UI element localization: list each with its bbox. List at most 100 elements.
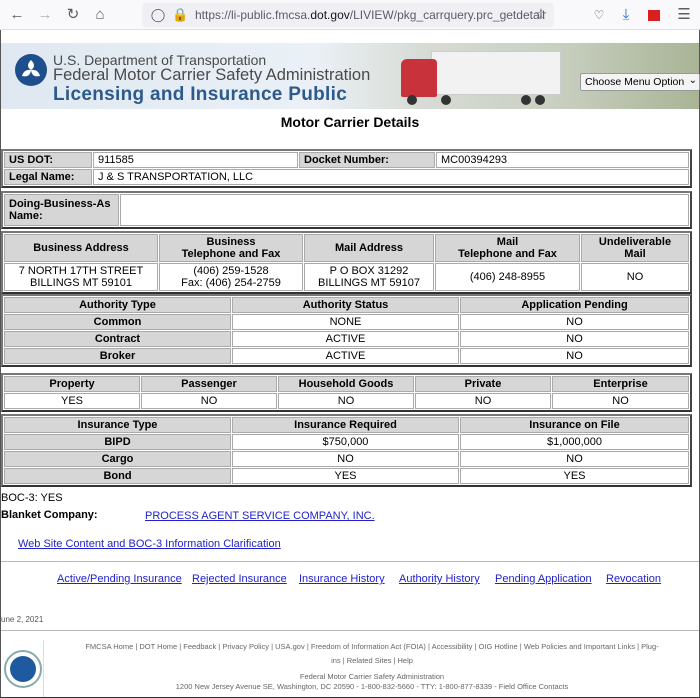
- insurance-type: Bond: [4, 468, 231, 484]
- agency-name: Federal Motor Carrier Safety Administrat…: [53, 66, 371, 84]
- authority-type: Broker: [4, 348, 231, 364]
- star-icon[interactable]: ☆: [532, 6, 550, 24]
- dot-seal-icon: [4, 650, 42, 688]
- header-insurance-on-file: Insurance on File: [460, 417, 689, 433]
- legal-name-label: Legal Name:: [4, 169, 92, 185]
- revocation-link[interactable]: Revocation: [606, 573, 661, 585]
- header-business-address: Business Address: [4, 234, 158, 262]
- header-household-goods: Household Goods: [278, 376, 414, 392]
- header-mail-address: Mail Address: [304, 234, 434, 262]
- url-text[interactable]: https://li-public.fmcsa.dot.gov/LIVIEW/p…: [195, 8, 545, 22]
- download-icon[interactable]: ⤓: [617, 6, 635, 24]
- authority-row: Broker ACTIVE NO: [4, 348, 689, 364]
- boc3-clarification-link[interactable]: Web Site Content and BOC-3 Information C…: [18, 538, 281, 550]
- menu-select-value: Choose Menu Option: [585, 76, 685, 88]
- footer-links[interactable]: FMCSA Home | DOT Home | Feedback | Priva…: [44, 642, 700, 651]
- header-authority-status: Authority Status: [232, 297, 459, 313]
- authority-row: Contract ACTIVE NO: [4, 331, 689, 347]
- rejected-insurance-link[interactable]: Rejected Insurance: [192, 573, 287, 585]
- lock-icon[interactable]: 🔒: [172, 7, 188, 23]
- authority-table: Authority Type Authority Status Applicat…: [1, 294, 692, 367]
- header-private: Private: [415, 376, 551, 392]
- address-table: Business Address Business Telephone and F…: [1, 231, 692, 294]
- mail-address-value: P O BOX 31292 BILLINGS MT 59107: [304, 263, 434, 291]
- pocket-icon[interactable]: ♡: [590, 6, 608, 24]
- footer-address: 1200 New Jersey Avenue SE, Washington, D…: [175, 682, 569, 691]
- insurance-on-file: NO: [460, 451, 689, 467]
- extension-icon[interactable]: [645, 6, 663, 24]
- boc3-status: BOC-3: YES: [1, 492, 63, 504]
- dba-table: Doing-Business-As Name:: [1, 191, 692, 229]
- home-icon[interactable]: ⌂: [91, 6, 109, 24]
- header-banner: U.S. Department of Transportation Federa…: [1, 43, 700, 109]
- authority-history-link[interactable]: Authority History: [399, 573, 480, 585]
- site-name: Licensing and Insurance Public: [53, 84, 348, 105]
- menu-option-select[interactable]: Choose Menu Option ⌄: [580, 73, 700, 91]
- page-title: Motor Carrier Details: [280, 114, 420, 130]
- us-dot-label: US DOT:: [4, 152, 92, 168]
- truck-image: [401, 49, 561, 107]
- mail-phone-value: (406) 248-8955: [435, 263, 580, 291]
- enterprise-value: NO: [552, 393, 689, 409]
- undeliverable-value: NO: [581, 263, 689, 291]
- insurance-row: BIPD $750,000 $1,000,000: [4, 434, 689, 450]
- carrier-id-table: US DOT: 911585 Docket Number: MC00394293…: [1, 149, 692, 188]
- us-dot-value: 911585: [93, 152, 298, 168]
- url-prefix: https://li-public.fmcsa.: [195, 8, 311, 22]
- dba-value: [120, 194, 689, 226]
- insurance-type: Cargo: [4, 451, 231, 467]
- docket-label: Docket Number:: [299, 152, 435, 168]
- blanket-company-label: Blanket Company:: [1, 509, 98, 521]
- passenger-value: NO: [141, 393, 277, 409]
- header-business-phone: Business Telephone and Fax: [159, 234, 303, 262]
- blanket-company-link[interactable]: PROCESS AGENT SERVICE COMPANY, INC.: [145, 510, 375, 522]
- insurance-required: $750,000: [232, 434, 459, 450]
- address-bar[interactable]: ◯ 🔒 https://li-public.fmcsa.dot.gov/LIVI…: [142, 3, 554, 27]
- authority-status: ACTIVE: [232, 331, 459, 347]
- header-application-pending: Application Pending: [460, 297, 689, 313]
- authority-status: ACTIVE: [232, 348, 459, 364]
- shield-icon[interactable]: ◯: [150, 7, 166, 23]
- url-domain: dot.gov: [310, 8, 350, 22]
- dba-label-line2: Name:: [9, 210, 43, 222]
- dba-label-line1: Doing-Business-As: [9, 198, 111, 210]
- insurance-on-file: YES: [460, 468, 689, 484]
- divider: [1, 561, 699, 562]
- authority-row: Common NONE NO: [4, 314, 689, 330]
- legal-name-value: J & S TRANSPORTATION, LLC: [93, 169, 689, 185]
- pending-application-link[interactable]: Pending Application: [495, 573, 592, 585]
- header-authority-type: Authority Type: [4, 297, 231, 313]
- chevron-down-icon: ⌄: [688, 75, 697, 86]
- insurance-history-link[interactable]: Insurance History: [299, 573, 385, 585]
- authority-pending: NO: [460, 331, 689, 347]
- forward-icon[interactable]: →: [36, 6, 54, 24]
- url-path: /LIVIEW/pkg_carrquery.prc_getdetail: [349, 8, 545, 22]
- insurance-table: Insurance Type Insurance Required Insura…: [1, 414, 692, 487]
- insurance-on-file: $1,000,000: [460, 434, 689, 450]
- header-mail-phone: Mail Telephone and Fax: [435, 234, 580, 262]
- back-icon[interactable]: ←: [8, 6, 26, 24]
- insurance-required: YES: [232, 468, 459, 484]
- authority-status: NONE: [232, 314, 459, 330]
- household-goods-value: NO: [278, 393, 414, 409]
- insurance-row: Bond YES YES: [4, 468, 689, 484]
- business-address-value: 7 NORTH 17TH STREET BILLINGS MT 59101: [4, 263, 158, 291]
- authority-pending: NO: [460, 348, 689, 364]
- reload-icon[interactable]: ↻: [64, 6, 82, 24]
- menu-icon[interactable]: ☰: [675, 6, 693, 24]
- private-value: NO: [415, 393, 551, 409]
- header-passenger: Passenger: [141, 376, 277, 392]
- authority-pending: NO: [460, 314, 689, 330]
- business-phone-value: (406) 259-1528 Fax: (406) 254-2759: [159, 263, 303, 291]
- header-insurance-type: Insurance Type: [4, 417, 231, 433]
- footer-links-continued[interactable]: ins | Related Sites | Help: [44, 656, 700, 665]
- authority-type: Common: [4, 314, 231, 330]
- header-insurance-required: Insurance Required: [232, 417, 459, 433]
- active-pending-insurance-link[interactable]: Active/Pending Insurance: [57, 573, 182, 585]
- authority-type: Contract: [4, 331, 231, 347]
- footer-agency: Federal Motor Carrier Safety Administrat…: [299, 672, 445, 681]
- header-enterprise: Enterprise: [552, 376, 689, 392]
- dot-logo-icon: [15, 54, 47, 86]
- property-value: YES: [4, 393, 140, 409]
- dba-label: Doing-Business-As Name:: [4, 194, 119, 226]
